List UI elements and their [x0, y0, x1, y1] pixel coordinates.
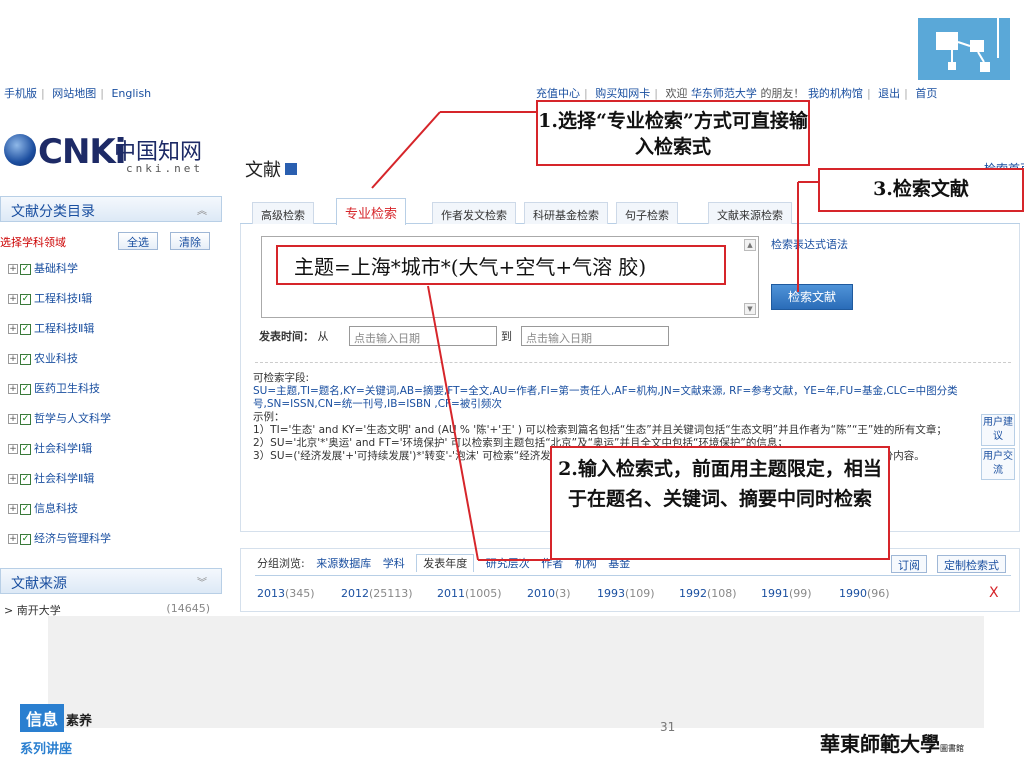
divider	[255, 362, 1011, 363]
category-item[interactable]: + ✓ 农业科技	[8, 350, 78, 370]
top-bar: 手机版 | 网站地图 | English 充值中心 | 购买知网卡 | 欢迎 华东师范大…	[4, 87, 938, 100]
tab-author[interactable]: 作者发文检索	[432, 202, 516, 224]
category-item[interactable]: + ✓ 经济与管理科学	[8, 530, 111, 550]
year-item[interactable]: 2012(25113)	[341, 587, 413, 600]
select-label: 选择学科领域	[0, 236, 66, 249]
expand-icon: +	[8, 534, 18, 544]
category-item[interactable]: + ✓ 基础科学	[8, 260, 78, 280]
year-item[interactable]: 1991(99)	[761, 587, 812, 600]
date-to-input[interactable]: 点击输入日期	[521, 326, 669, 346]
subscribe-button[interactable]: 订阅	[891, 555, 927, 573]
mobile-link[interactable]: 手机版	[4, 87, 37, 100]
category-item[interactable]: + ✓ 社会科学Ⅰ辑	[8, 440, 92, 460]
collapse-icon[interactable]: ︽	[197, 202, 207, 217]
browse-level[interactable]: 研究层次	[486, 557, 530, 570]
step3-callout: 3.检索文献	[818, 168, 1024, 212]
expand-icon: +	[8, 444, 18, 454]
browse-year[interactable]: 发表年度	[416, 554, 475, 572]
checkbox-checked-icon: ✓	[20, 413, 31, 425]
expand-icon: +	[8, 294, 18, 304]
corner-network-logo	[918, 18, 1010, 80]
user-suggestion-tab[interactable]: 用户建议	[981, 414, 1015, 446]
clear-button[interactable]: 清除	[170, 232, 210, 250]
series-badge: 信息 素养	[20, 704, 92, 732]
expand-icon: +	[8, 414, 18, 424]
english-link[interactable]: English	[111, 87, 151, 100]
category-item[interactable]: + ✓ 哲学与人文科学	[8, 410, 111, 430]
university-link[interactable]: 华东师范大学	[691, 87, 757, 100]
year-item[interactable]: 2013(345)	[257, 587, 315, 600]
year-item[interactable]: 2011(1005)	[437, 587, 502, 600]
checkbox-checked-icon: ✓	[20, 473, 31, 485]
category-item[interactable]: + ✓ 工程科技Ⅱ辑	[8, 320, 94, 340]
select-all-button[interactable]: 全选	[118, 232, 158, 250]
recharge-link[interactable]: 充值中心	[536, 87, 580, 100]
step1-callout: 1.选择“专业检索”方式可直接输入检索式	[536, 100, 810, 166]
close-icon[interactable]: X	[989, 585, 999, 601]
date-to-label: 到	[501, 330, 512, 343]
year-item[interactable]: 1993(109)	[597, 587, 655, 600]
scroll-down-icon[interactable]: ▼	[744, 303, 756, 315]
scroll-up-icon[interactable]: ▲	[744, 239, 756, 251]
custom-search-button[interactable]: 定制检索式	[937, 555, 1006, 573]
expand-chevron-icon[interactable]: ︾	[197, 574, 207, 589]
category-item[interactable]: + ✓ 医药卫生科技	[8, 380, 100, 400]
dropdown-icon[interactable]	[285, 163, 297, 175]
checkbox-checked-icon: ✓	[20, 443, 31, 455]
browse-label: 分组浏览:	[257, 557, 305, 570]
expand-icon: +	[8, 504, 18, 514]
browse-subject[interactable]: 学科	[383, 557, 405, 570]
year-item[interactable]: 1992(108)	[679, 587, 737, 600]
expand-icon: +	[8, 324, 18, 334]
checkbox-checked-icon: ✓	[20, 353, 31, 365]
buy-card-link[interactable]: 购买知网卡	[595, 87, 650, 100]
university-logo: 華東師範大學圖書館	[820, 732, 964, 756]
checkbox-checked-icon: ✓	[20, 293, 31, 305]
checkbox-checked-icon: ✓	[20, 323, 31, 335]
sidebar: 文献分类目录 ︽ 选择学科领域 全选 清除 + ✓ 基础科学 + ✓ 工程科技Ⅰ辑 + ✓ 工…	[0, 196, 224, 617]
checkbox-checked-icon: ✓	[20, 533, 31, 545]
category-header[interactable]: 文献分类目录 ︽	[0, 196, 222, 222]
my-institution-link[interactable]: 我的机构馆	[808, 87, 863, 100]
friend-text: 的朋友！	[760, 87, 805, 100]
checkbox-checked-icon: ✓	[20, 263, 31, 275]
tab-professional[interactable]: 专业检索	[336, 198, 407, 225]
tab-source[interactable]: 文献来源检索	[708, 202, 792, 224]
search-button[interactable]: 检索文献	[771, 284, 853, 310]
page-number: 31	[660, 720, 676, 734]
source-header[interactable]: 文献来源 ︾	[0, 568, 222, 594]
expand-icon: +	[8, 474, 18, 484]
syntax-link[interactable]: 检索表达式语法	[771, 236, 848, 252]
date-label: 发表时间： 从	[259, 330, 329, 343]
expand-icon: +	[8, 354, 18, 364]
series-title: 系列讲座	[20, 742, 73, 757]
category-item[interactable]: + ✓ 社会科学Ⅱ辑	[8, 470, 94, 490]
grey-band	[48, 616, 984, 728]
tab-advanced[interactable]: 高级检索	[252, 202, 314, 224]
query-expression: 主题=上海*城市*(大气+空气+气溶 胶)	[276, 245, 726, 285]
browse-database[interactable]: 来源数据库	[316, 557, 371, 570]
logout-link[interactable]: 退出	[878, 87, 900, 100]
globe-icon	[4, 134, 36, 166]
tab-fund[interactable]: 科研基金检索	[524, 202, 608, 224]
category-item[interactable]: + ✓ 工程科技Ⅰ辑	[8, 290, 92, 310]
user-forum-tab[interactable]: 用户交流	[981, 448, 1015, 480]
homepage-link[interactable]: 首页	[915, 87, 937, 100]
category-item[interactable]: + ✓ 信息科技	[8, 500, 78, 520]
year-item[interactable]: 1990(96)	[839, 587, 890, 600]
step2-callout: 2.输入检索式，前面用主题限定，相当于在题名、关键词、摘要中同时检索	[550, 446, 890, 560]
welcome-text: 欢迎	[665, 87, 688, 100]
tab-sentence[interactable]: 句子检索	[616, 202, 678, 224]
cnki-logo[interactable]: CNKi 中国知网 cnki.net	[4, 130, 214, 180]
date-from-input[interactable]: 点击输入日期	[349, 326, 497, 346]
expand-icon: +	[8, 264, 18, 274]
expand-icon: +	[8, 384, 18, 394]
section-title[interactable]: 文献	[245, 156, 297, 182]
select-row: 选择学科领域 全选 清除	[0, 232, 222, 252]
sitemap-link[interactable]: 网站地图	[52, 87, 96, 100]
checkbox-checked-icon: ✓	[20, 503, 31, 515]
checkbox-checked-icon: ✓	[20, 383, 31, 395]
year-item[interactable]: 2010(3)	[527, 587, 571, 600]
